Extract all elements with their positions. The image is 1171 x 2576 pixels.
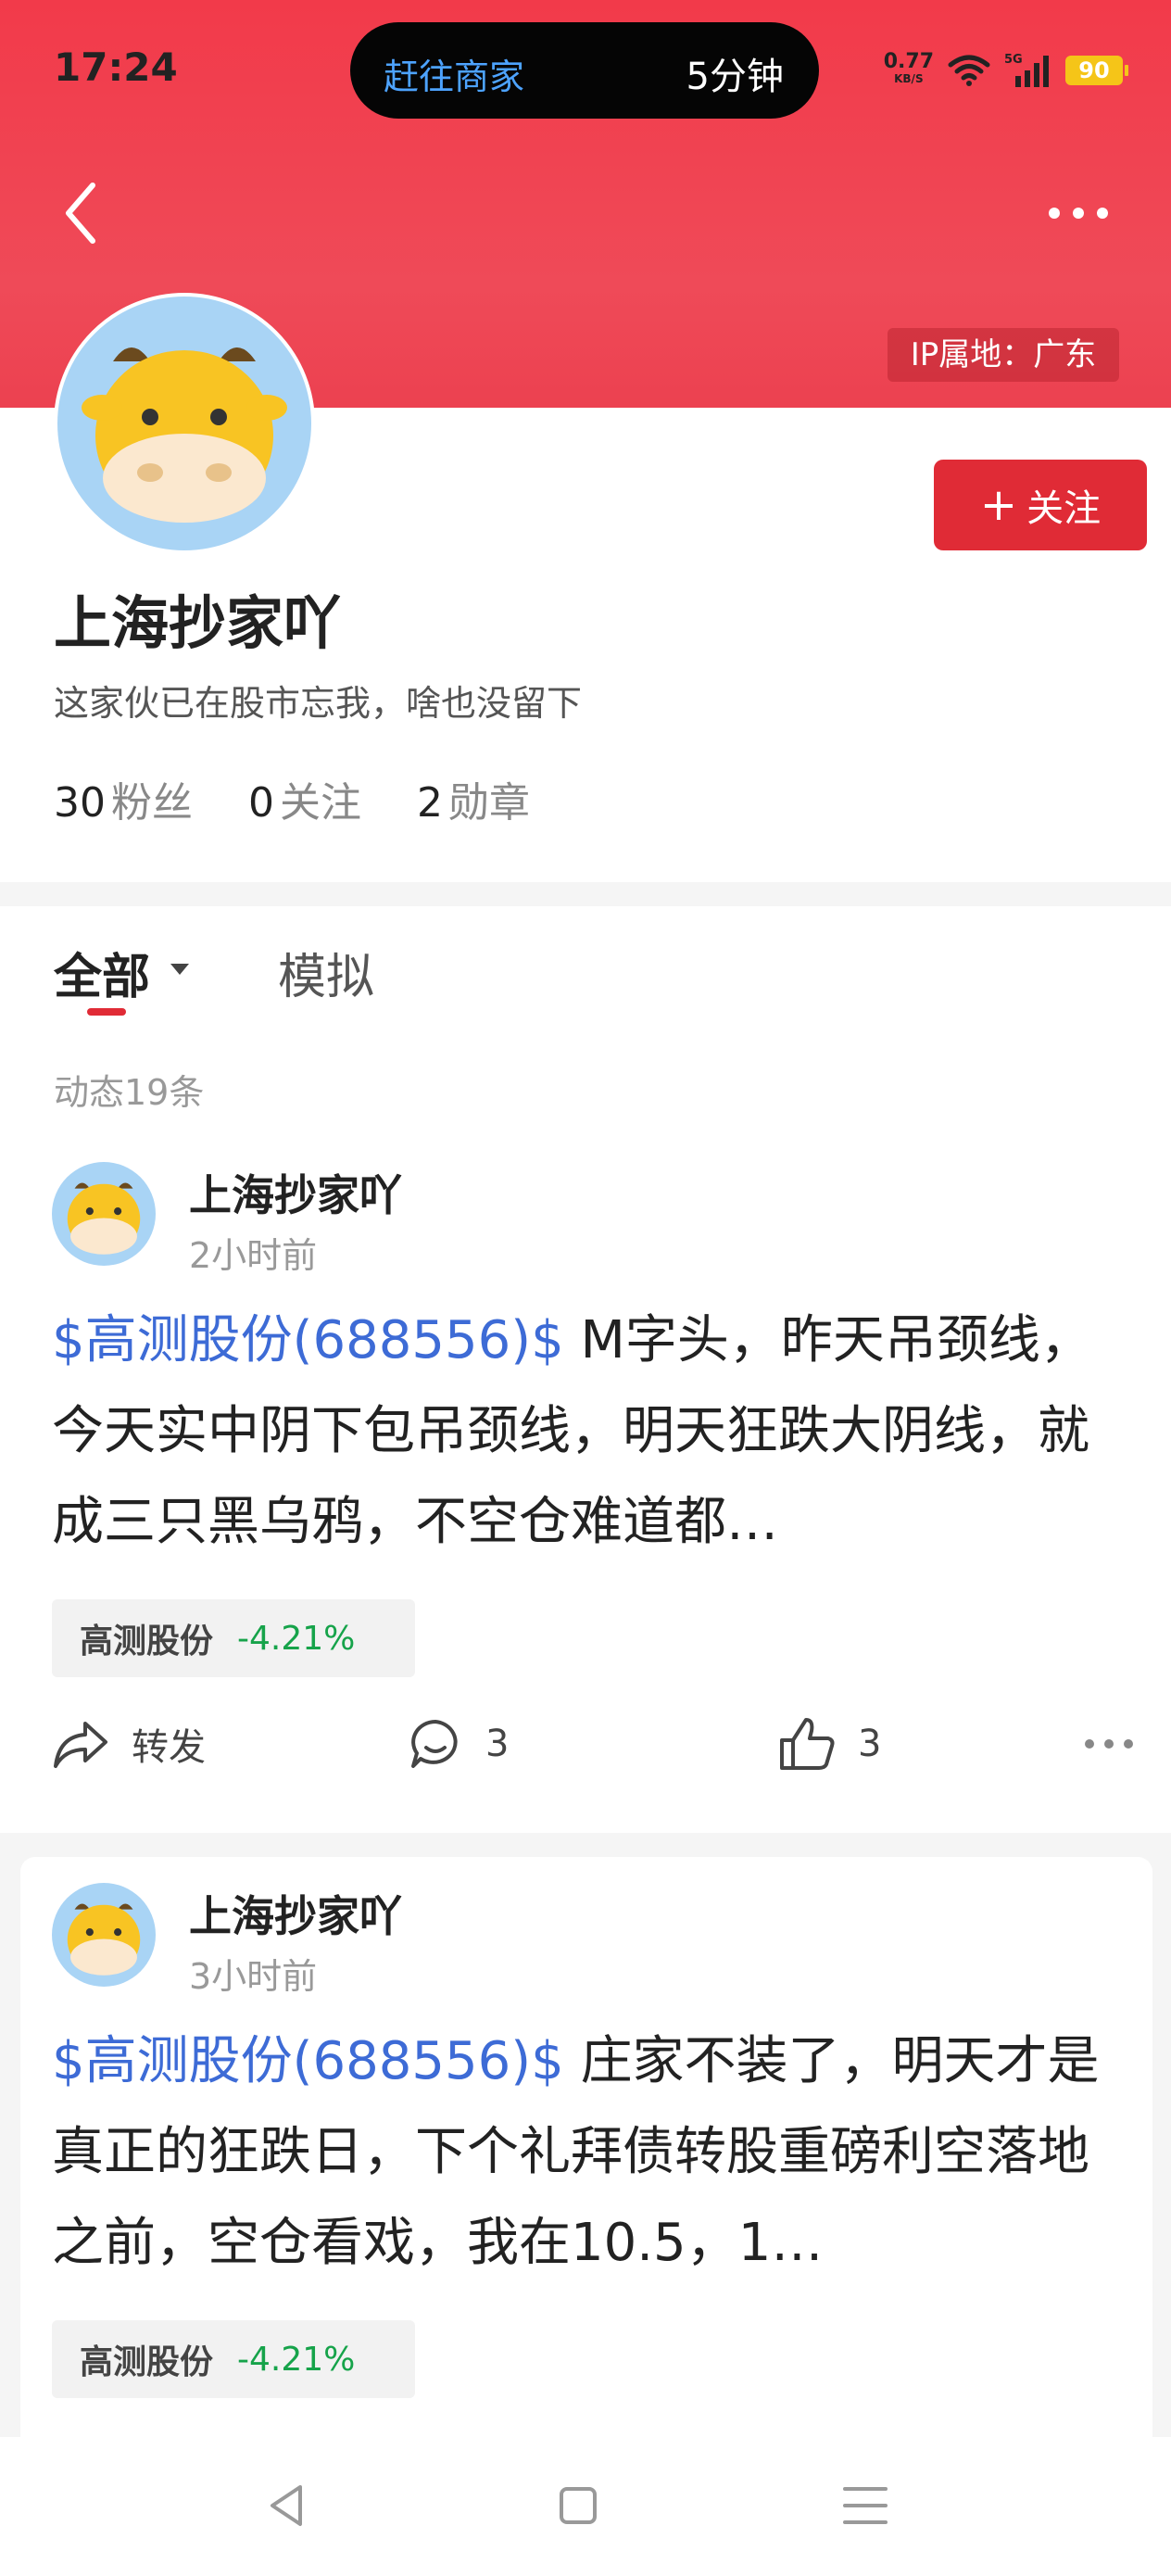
comment-count: 3 [485,1723,510,1765]
live-activity-pill[interactable]: 赶往商家 5分钟 [350,22,819,119]
more-dots-icon[interactable] [1041,195,1115,232]
post-actions: 转发 3 3 [52,1707,1136,1781]
like-count: 3 [858,1723,882,1765]
post-text[interactable]: $高测股份(688556)$ M字头，昨天吊颈线，今天实中阴下包吊颈线，明天狂跌… [52,1295,1127,1568]
wifi-icon [948,55,990,86]
stat-following[interactable]: 0 关注 [248,769,361,828]
battery-icon: 90 [1065,56,1128,85]
post-card[interactable]: 上海抄家吖 2小时前 $高测股份(688556)$ M字头，昨天吊颈线，今天实中… [20,1136,1152,1825]
profile-username: 上海抄家吖 [54,589,342,657]
comment-icon [411,1720,458,1768]
post-time: 3小时前 [189,1956,318,1997]
stock-link[interactable]: $高测股份(688556)$ [52,1310,564,1370]
signal-label: 5G [1004,53,1023,67]
stat-label: 粉丝 [111,779,193,827]
forward-icon [54,1722,107,1768]
follow-label: 关注 [1026,487,1102,530]
stat-num: 0 [248,779,274,827]
caret-down-icon[interactable] [170,964,189,975]
stat-label: 关注 [280,779,361,827]
active-tab-indicator [87,1008,126,1016]
more-dots-icon[interactable] [1082,1707,1136,1781]
cow-avatar-icon [67,1182,141,1255]
pill-destination: 赶往商家 [384,57,525,97]
post-author[interactable]: 上海抄家吖 [189,1162,402,1223]
ip-location-tag: IP属地：广东 [888,328,1119,382]
stock-tag-name: 高测股份 [80,1623,214,1661]
thumbs-up-icon [780,1718,835,1770]
pill-eta: 5分钟 [686,56,784,98]
system-icons: 0.77 KB/S 5G 90 [883,48,1128,93]
nav-back-icon[interactable] [259,2478,315,2533]
stat-num: 2 [417,779,443,827]
post-author[interactable]: 上海抄家吖 [189,1883,402,1944]
cow-avatar-icon [82,347,287,523]
nav-home-icon[interactable] [550,2478,606,2533]
back-arrow-icon[interactable] [56,176,111,250]
feed-count: 动态19条 [54,1072,205,1113]
comment-button[interactable]: 3 [408,1707,509,1781]
post-avatar[interactable] [52,1883,156,1987]
tab-simulation[interactable]: 模拟 [278,938,374,1007]
avatar[interactable] [54,293,315,554]
tab-all[interactable]: 全部 [54,938,150,1007]
profile-bio: 这家伙已在股市忘我，啥也没留下 [54,683,583,724]
stat-fans[interactable]: 30 粉丝 [54,769,193,828]
forward-label: 转发 [132,1726,206,1769]
post-time: 2小时前 [189,1235,318,1276]
stock-link[interactable]: $高测股份(688556)$ [52,2031,564,2091]
follow-button[interactable]: + 关注 [934,460,1147,550]
profile-stats: 30 粉丝 0 关注 2 勋章 [54,769,530,828]
like-button[interactable]: 3 [778,1707,881,1781]
cow-avatar-icon [67,1903,141,1976]
stat-badges[interactable]: 2 勋章 [417,769,530,828]
stock-tag[interactable]: 高测股份 -4.21% [52,2320,415,2398]
network-speed: 0.77 KB/S [883,50,934,86]
post-card[interactable]: 上海抄家吖 3小时前 $高测股份(688556)$ 庄家不装了，明天才是真正的狂… [20,1857,1152,2450]
stock-tag[interactable]: 高测股份 -4.21% [52,1599,415,1677]
status-bar: 17:24 赶往商家 5分钟 0.77 KB/S 5G 90 [0,0,1171,139]
plus-icon: + [979,479,1018,531]
stock-tag-change: -4.21% [237,2340,356,2379]
post-avatar[interactable] [52,1162,156,1266]
stock-tag-name: 高测股份 [80,2343,214,2381]
stock-tag-change: -4.21% [237,1619,356,1658]
post-text[interactable]: $高测股份(688556)$ 庄家不装了，明天才是真正的狂跌日，下个礼拜债转股重… [52,2016,1127,2289]
status-time: 17:24 [54,44,178,90]
stat-num: 30 [54,779,106,827]
signal-5g-icon: 5G [1004,53,1049,87]
stat-label: 勋章 [448,779,530,827]
forward-button[interactable]: 转发 [52,1707,206,1781]
nav-menu-icon[interactable] [837,2478,893,2533]
system-navigation-bar [0,2437,1171,2576]
